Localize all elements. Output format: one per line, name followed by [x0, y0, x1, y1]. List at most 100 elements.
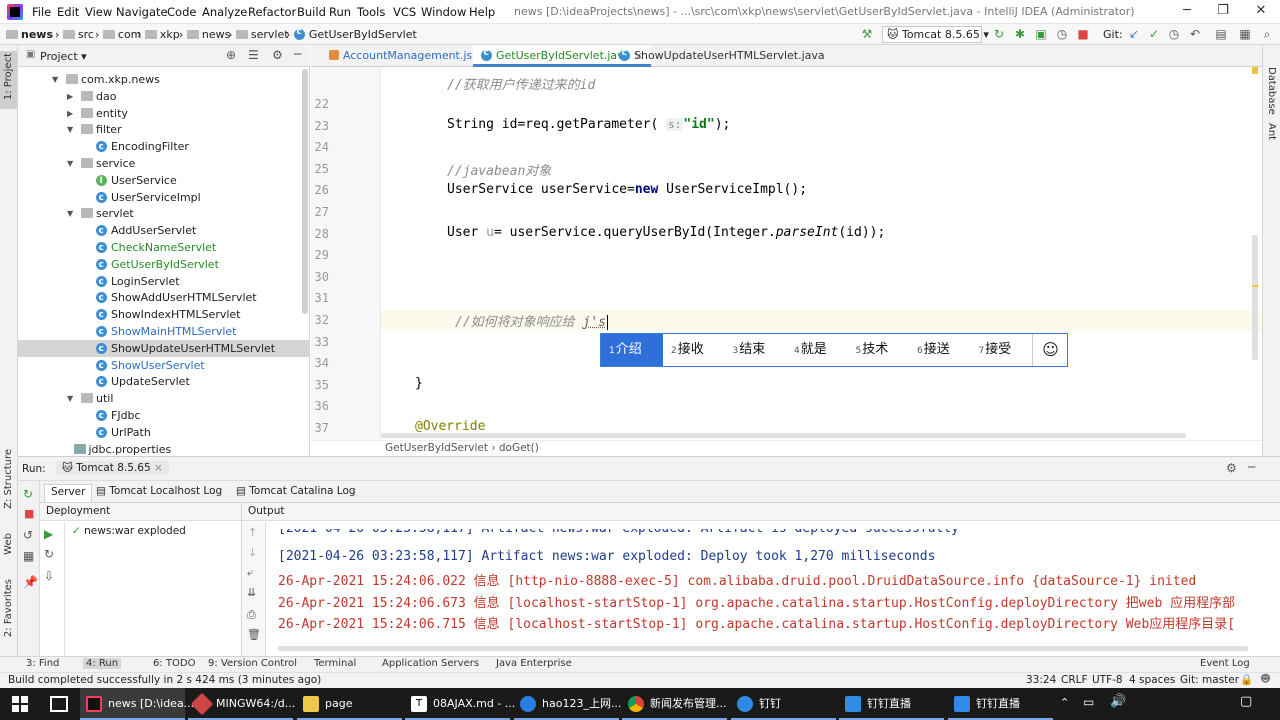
stop-icon[interactable]: ■	[1076, 28, 1090, 41]
tree-item[interactable]: LoginServlet	[18, 273, 310, 291]
inspector-icon[interactable]: ☻	[1260, 673, 1271, 685]
run-config-select[interactable]: 🐱 Tomcat 8.5.65 ▾	[882, 26, 989, 43]
tree-item[interactable]: FJdbc	[18, 407, 310, 425]
tree-item[interactable]: ▼ filter	[18, 121, 310, 138]
menu-run[interactable]: Run	[329, 5, 351, 19]
breadcrumb-class[interactable]: › GetUserByIdServlet	[286, 27, 417, 41]
breadcrumb-src[interactable]: › src	[55, 28, 94, 41]
ime-candidate[interactable]: 4就是	[786, 334, 835, 366]
favorites-tool-button[interactable]: 2: Favorites	[3, 579, 14, 637]
ime-candidate[interactable]: 5技术	[848, 334, 897, 366]
breadcrumb-news[interactable]: › news	[179, 28, 230, 41]
breadcrumb-method[interactable]: doGet()	[499, 442, 539, 454]
taskbar-intellij[interactable]: news [D:\idea...	[80, 688, 194, 720]
tree-item[interactable]: CheckNameServlet	[18, 239, 310, 257]
hide-icon[interactable]: ─	[294, 47, 301, 61]
ime-candidate[interactable]: 7接受	[971, 334, 1020, 366]
tree-item[interactable]: ▶ entity	[18, 105, 310, 122]
taskbar-typora[interactable]: T 08AJAX.md - ...	[405, 688, 515, 720]
menu-navigate[interactable]: Navigate	[116, 5, 168, 19]
run-config-tab[interactable]: 🐱 Tomcat 8.5.65 ×	[56, 461, 169, 475]
tab-find[interactable]: 3: Find	[26, 658, 59, 669]
taskbar-dingtalk[interactable]: 钉钉	[731, 688, 836, 720]
menu-build[interactable]: Build	[297, 5, 326, 19]
warning-marker[interactable]	[1252, 285, 1258, 287]
menu-analyze[interactable]: Analyze	[202, 5, 247, 19]
debug-icon[interactable]: ✱	[1013, 28, 1027, 41]
project-scrollbar[interactable]	[302, 69, 308, 314]
tab-java-enterprise[interactable]: Java Enterprise	[496, 658, 572, 669]
tree-item[interactable]: ShowIndexHTMLServlet	[18, 306, 310, 324]
ime-candidate[interactable]: 1介绍	[601, 334, 663, 366]
notification-icon[interactable]: ▢	[1240, 694, 1252, 709]
pin-icon[interactable]: 📌	[23, 575, 38, 589]
lock-icon[interactable]: 🔒	[1240, 673, 1253, 686]
deployment-item[interactable]: ✓ news:war exploded	[72, 525, 186, 537]
tab-event-log[interactable]: Event Log	[1200, 658, 1250, 669]
chevron-down-icon[interactable]: ▼	[67, 121, 73, 138]
taskbar-page[interactable]: page	[297, 688, 402, 720]
hide-icon[interactable]: ─	[1248, 460, 1255, 474]
tree-item[interactable]: UpdateServlet	[18, 373, 310, 391]
ime-candidate[interactable]: 6接送	[909, 334, 958, 366]
tree-item[interactable]: ▼ com.xkp.news	[18, 71, 310, 88]
gear-icon[interactable]: ⚙	[272, 48, 283, 62]
taskbar-ie[interactable]: hao123_上网...	[514, 688, 621, 720]
line-separator[interactable]: CRLF	[1061, 674, 1088, 686]
close-icon[interactable]: ✕	[1246, 3, 1276, 18]
breadcrumb-servlet[interactable]: › servlet	[228, 28, 289, 41]
taskbar-dingtalk-live-2[interactable]: 钉钉直播	[948, 688, 1053, 720]
tree-item[interactable]: ▼ servlet	[18, 205, 310, 222]
file-encoding[interactable]: UTF-8	[1092, 674, 1123, 686]
tree-item[interactable]: ▶ dao	[18, 88, 310, 105]
menu-view[interactable]: View	[85, 5, 112, 19]
tab-terminal[interactable]: Terminal	[314, 658, 356, 669]
output-log[interactable]: [2021-04-26 03:23:58,117] Artifact news:…	[242, 529, 1280, 639]
tree-item[interactable]: UserServiceImpl	[18, 189, 310, 207]
tab-showupdateuserhtmlservlet[interactable]: ShowUpdateUserHTMLServlet.java	[611, 45, 833, 67]
chevron-down-icon[interactable]: ▼	[67, 390, 73, 407]
git-history-icon[interactable]: ◷	[1167, 28, 1181, 41]
rerun-icon[interactable]: ↻	[23, 487, 33, 501]
locate-icon[interactable]: ⊕	[226, 48, 236, 62]
structure-tool-button[interactable]: Z: Structure	[3, 449, 14, 509]
gear-icon[interactable]: ⚙	[1226, 461, 1237, 475]
chevron-right-icon[interactable]: ▶	[67, 88, 73, 105]
project-view-select[interactable]: Project ▾	[40, 50, 87, 63]
ant-tool-button[interactable]: Ant	[1266, 123, 1277, 140]
chevron-down-icon[interactable]: ▼	[67, 155, 73, 172]
stop-icon[interactable]: ■	[24, 507, 34, 520]
tree-item[interactable]: ShowAddUserHTMLServlet	[18, 289, 310, 307]
caret-position[interactable]: 33:24	[1026, 674, 1056, 686]
tab-tomcat-catalina-log[interactable]: ▤ Tomcat Catalina Log	[230, 484, 362, 502]
git-branch[interactable]: Git: master	[1180, 674, 1239, 686]
breadcrumb-xkp[interactable]: › xkp	[137, 28, 180, 41]
menu-edit[interactable]: Edit	[57, 5, 79, 19]
menu-tools[interactable]: Tools	[357, 5, 385, 19]
chevron-right-icon[interactable]: ▶	[67, 105, 73, 122]
layout-icon[interactable]: ▦	[1238, 28, 1252, 41]
volume-icon[interactable]: 🔊	[1110, 694, 1126, 709]
tab-server[interactable]: Server	[44, 484, 93, 502]
taskbar-chrome[interactable]: 新闻发布管理...	[622, 688, 727, 720]
editor-horizontal-scrollbar[interactable]	[381, 433, 1186, 438]
tree-item[interactable]: ShowUpdateUserHTMLServlet	[18, 339, 310, 358]
ime-candidate[interactable]: 3结束	[725, 334, 774, 366]
editor-scrollbar[interactable]	[1252, 235, 1258, 360]
search-icon[interactable]: ⌕	[1260, 28, 1274, 41]
maximize-icon[interactable]: ❐	[1208, 3, 1238, 18]
menu-refactor[interactable]: Refactor	[248, 5, 296, 19]
taskbar-dingtalk-live[interactable]: 钉钉直播	[839, 688, 944, 720]
menu-code[interactable]: Code	[167, 5, 196, 19]
breadcrumb-class[interactable]: GetUserByIdServlet	[385, 442, 488, 454]
indent-setting[interactable]: 4 spaces	[1129, 674, 1175, 686]
chevron-down-icon[interactable]: ▼	[67, 205, 73, 222]
database-tool-button[interactable]: Database	[1266, 67, 1277, 115]
restart-icon[interactable]: ↺	[23, 528, 33, 542]
menu-help[interactable]: Help	[469, 5, 495, 19]
profile-icon[interactable]: ◷	[1055, 28, 1069, 41]
network-icon[interactable]: ▭	[1083, 695, 1094, 709]
tree-item[interactable]: ▼ service	[18, 155, 310, 172]
collapse-icon[interactable]: ☰	[248, 48, 259, 62]
tray-up-icon[interactable]: ⌃	[1060, 696, 1069, 709]
